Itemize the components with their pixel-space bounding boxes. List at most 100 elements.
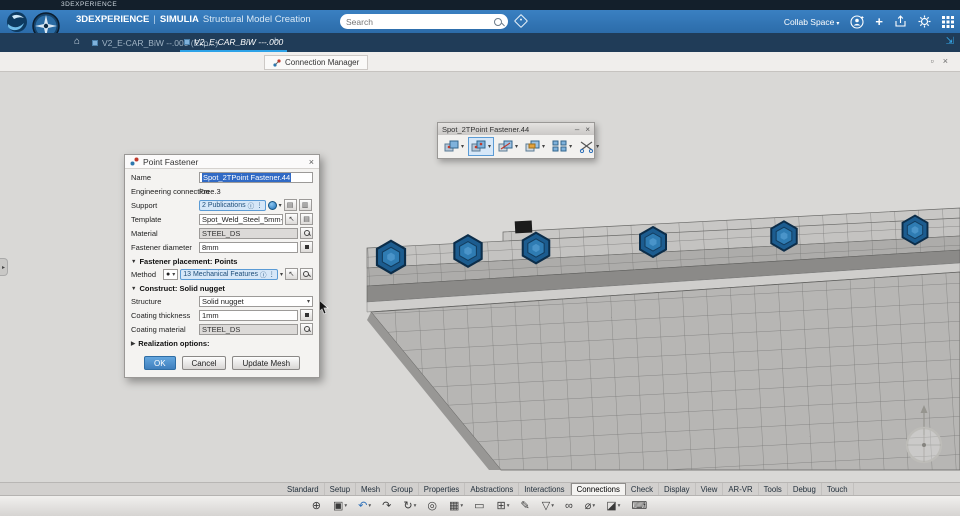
apps-button[interactable]: [942, 16, 954, 28]
construct-section-header[interactable]: ▼ Construct: Solid nugget: [131, 284, 313, 293]
toolbar-paste-button[interactable]: ▣▾: [331, 500, 349, 513]
coating-material-field[interactable]: STEEL_DS: [199, 324, 298, 335]
add-user-button[interactable]: [850, 15, 864, 29]
realization-section-header[interactable]: ▶ Realization options:: [131, 339, 313, 348]
spot-weld-fastener[interactable]: [454, 235, 481, 267]
close-icon[interactable]: ×: [309, 157, 314, 167]
support-table-button[interactable]: ▥: [299, 199, 312, 211]
ok-button[interactable]: OK: [144, 356, 176, 370]
formula-button[interactable]: [300, 241, 313, 253]
toolbar-keyboard-button[interactable]: ⌨: [629, 500, 650, 513]
tab-view[interactable]: View: [696, 483, 724, 495]
diameter-field[interactable]: 8mm: [199, 242, 298, 253]
support-chip[interactable]: 2 Publicationsⓘ⋮: [199, 200, 266, 211]
fastener-tool-line[interactable]: ▾: [495, 137, 521, 156]
menu-dots-icon[interactable]: ⋮: [268, 270, 275, 278]
method-combo[interactable]: ●▾: [163, 269, 178, 280]
tab-connections-active[interactable]: Connections: [571, 483, 626, 495]
toolbar-link-button[interactable]: ∞: [563, 500, 576, 513]
palette-titlebar[interactable]: Spot_2TPoint Fastener.44 – ×: [438, 123, 594, 135]
minimize-icon[interactable]: –: [575, 125, 579, 134]
add-content-button[interactable]: +: [875, 15, 883, 28]
toolbar-refresh-button[interactable]: ↻▾: [401, 500, 418, 513]
tab-check[interactable]: Check: [626, 483, 659, 495]
share-button[interactable]: [894, 15, 907, 28]
tag-icon[interactable]: [514, 14, 528, 28]
tab-properties[interactable]: Properties: [419, 483, 466, 495]
spot-weld-fastener[interactable]: [640, 227, 666, 257]
toolbar-sketch-button[interactable]: ✎: [519, 500, 533, 513]
dialog-titlebar[interactable]: Point Fastener ×: [125, 155, 319, 169]
expand-panel-icon[interactable]: ⇲: [946, 36, 954, 47]
coating-thickness-field[interactable]: 1mm: [199, 310, 298, 321]
toolbar-redo-button[interactable]: ↷: [380, 500, 394, 513]
tab-standard[interactable]: Standard: [282, 483, 325, 495]
model-mesh-container[interactable]: [365, 200, 960, 483]
fastener-tool-surface[interactable]: ▾: [522, 137, 548, 156]
tab-debug[interactable]: Debug: [788, 483, 822, 495]
search-bar[interactable]: [340, 14, 508, 29]
tab-display[interactable]: Display: [659, 483, 696, 495]
tab-abstractions[interactable]: Abstractions: [465, 483, 519, 495]
placement-section-header[interactable]: ▼ Fastener placement: Points: [131, 257, 313, 266]
restore-icon[interactable]: ▫: [931, 56, 934, 66]
method-search-button[interactable]: [300, 268, 313, 280]
toolbar-axes-button[interactable]: ⊞▾: [495, 500, 512, 513]
fastener-tool-point[interactable]: ▾: [441, 137, 467, 156]
search-icon[interactable]: [494, 18, 502, 26]
update-mesh-button[interactable]: Update Mesh: [232, 356, 300, 370]
tab-tools[interactable]: Tools: [759, 483, 788, 495]
template-catalog-button[interactable]: ▤: [300, 213, 313, 225]
material-search-button[interactable]: [300, 227, 313, 239]
toolbar-filter-button[interactable]: ▽▾: [540, 500, 556, 513]
tab-mesh[interactable]: Mesh: [356, 483, 386, 495]
template-field[interactable]: Spot_Weld_Steel_5mm-0000015E: [199, 214, 283, 225]
structure-dropdown[interactable]: Solid nugget▾: [199, 296, 313, 307]
fastener-tool-spot-active[interactable]: ▾: [468, 137, 494, 156]
support-publication-icon[interactable]: [268, 201, 277, 210]
menu-dots-icon[interactable]: ⋮: [256, 201, 263, 209]
search-input[interactable]: [346, 17, 494, 27]
collab-space-dropdown[interactable]: Collab Space▾: [784, 17, 840, 27]
chevron-down-icon[interactable]: ▾: [280, 271, 283, 278]
settings-button[interactable]: [918, 15, 931, 28]
support-list-button[interactable]: ▤: [284, 199, 297, 211]
fastener-tool-group[interactable]: ▾: [549, 137, 575, 156]
chevron-down-icon[interactable]: ▾: [279, 202, 282, 209]
tab-group[interactable]: Group: [386, 483, 419, 495]
cancel-button[interactable]: Cancel: [182, 356, 227, 370]
method-pick-button[interactable]: ↖: [285, 268, 298, 280]
panel-expander[interactable]: ▸: [0, 258, 8, 276]
toolbar-table-button[interactable]: ▦▾: [447, 500, 465, 513]
name-field[interactable]: Spot_2TPoint Fastener.44: [199, 172, 313, 183]
spot-weld-fastener[interactable]: [771, 221, 796, 250]
formula-button[interactable]: [300, 309, 313, 321]
toolbar-target-button[interactable]: ◎: [425, 500, 440, 513]
table-icon: ▦: [449, 501, 459, 512]
toolbar-zoom-button[interactable]: ⊕: [310, 500, 324, 513]
new-tab-button[interactable]: +: [272, 35, 278, 47]
add-user-icon: [850, 15, 864, 29]
toolbar-undo-button[interactable]: ↶▾: [356, 500, 373, 513]
spot-weld-fastener[interactable]: [523, 233, 550, 264]
tab-setup[interactable]: Setup: [325, 483, 356, 495]
toolbar-measure-button[interactable]: ⌀▾: [583, 500, 597, 513]
material-field[interactable]: STEEL_DS: [199, 228, 298, 239]
connection-manager-tab[interactable]: Connection Manager: [264, 55, 368, 70]
method-chip[interactable]: 13 Mechanical Featuresⓘ⋮: [180, 269, 278, 280]
close-icon[interactable]: ×: [943, 56, 948, 66]
fastener-tool-trim[interactable]: ▾: [576, 137, 602, 156]
toolbar-section-button[interactable]: ◪▾: [604, 500, 622, 513]
close-icon[interactable]: ×: [585, 125, 590, 134]
coating-material-search-button[interactable]: [300, 323, 313, 335]
view-navigation-compass[interactable]: [898, 405, 950, 472]
tab-ar-vr[interactable]: AR-VR: [723, 483, 758, 495]
home-icon[interactable]: ⌂: [74, 36, 80, 47]
spot-weld-fastener[interactable]: [377, 241, 405, 273]
template-pick-button[interactable]: ↖: [285, 213, 298, 225]
tab-touch[interactable]: Touch: [822, 483, 854, 495]
spot-weld-fastener[interactable]: [903, 216, 928, 245]
model-mesh[interactable]: [365, 200, 960, 478]
tab-interactions[interactable]: Interactions: [519, 483, 570, 495]
toolbar-frame-button[interactable]: ▭: [472, 500, 487, 513]
